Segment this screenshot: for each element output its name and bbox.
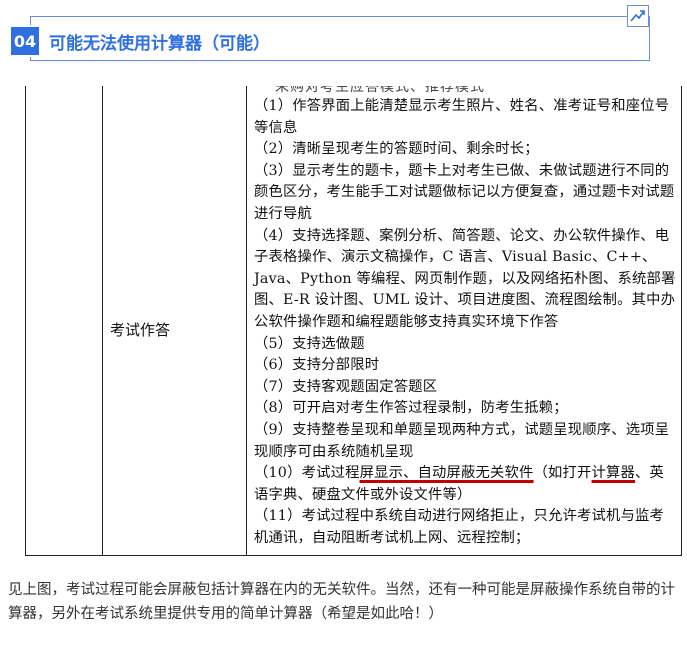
document-image: 采购对考生应答模式、推荐模式 考试作答 （1）作答界面上能清楚显示考生照片、姓名… [25,86,682,556]
list-item: （9）支持整卷呈现和单题呈现两种方式，试题呈现顺序、选项呈现顺序可由系统随机呈现 [254,421,670,460]
section-number-badge: 04 [11,27,39,55]
trend-chart-icon [627,5,649,27]
item10-prefix: （10）考试过程 [254,465,360,482]
caption-text: 见上图，考试过程可能会屏蔽包括计算器在内的无关软件。当然，还有一种可能是屏蔽操作… [8,582,675,622]
cut-off-text: 采购对考生应答模式、推荐模式 [275,86,485,95]
item10-middle: （如打开 [533,465,592,482]
list-item: （1）作答界面上能清楚显示考生照片、姓名、准考证号和座位号等信息 [254,98,670,136]
list-item: （7）支持客观题固定答题区 [254,378,438,395]
category-label: 考试作答 [110,321,171,339]
list-item: （4）支持选择题、案例分析、简答题、论文、办公软件操作、电子表格操作、演示文稿操… [254,227,676,330]
table-border-right [681,86,682,556]
table-border-col2 [246,86,247,556]
section-title: 可能无法使用计算器（可能） [49,33,270,54]
table-border-bottom [25,555,682,556]
header-title-group: 04 可能无法使用计算器（可能） [11,25,278,57]
item10-underlined-2: 计算器 [591,465,636,482]
table-border-col1 [102,86,103,556]
section-header: 04 可能无法使用计算器（可能） [0,0,687,78]
list-item: （6）支持分部限时 [254,357,380,374]
requirements-list: （1）作答界面上能清楚显示考生照片、姓名、准考证号和座位号等信息 （2）清晰呈现… [254,96,676,549]
list-item: （8）可开启对考生作答过程录制，防考生抵赖； [254,400,568,417]
list-item: （5）支持选做题 [254,335,365,352]
list-item: （2）清晰呈现考生的答题时间、剩余时长； [254,141,539,158]
list-item: （11）考试过程中系统自动进行网络拒止，只允许考试机与监考机通讯，自动阻断考试机… [254,508,665,546]
item10-underlined-1: 屏显示、自动屏蔽无关软件 [359,465,534,482]
table-border-left [25,86,26,556]
list-item-10: （10）考试过程屏显示、自动屏蔽无关软件（如打开计算器、英语字典、硬盘文件或外设… [254,463,676,506]
list-item: （3）显示考生的题卡，题卡上对考生已做、未做试题进行不同的颜色区分，考生能手工对… [254,162,675,222]
